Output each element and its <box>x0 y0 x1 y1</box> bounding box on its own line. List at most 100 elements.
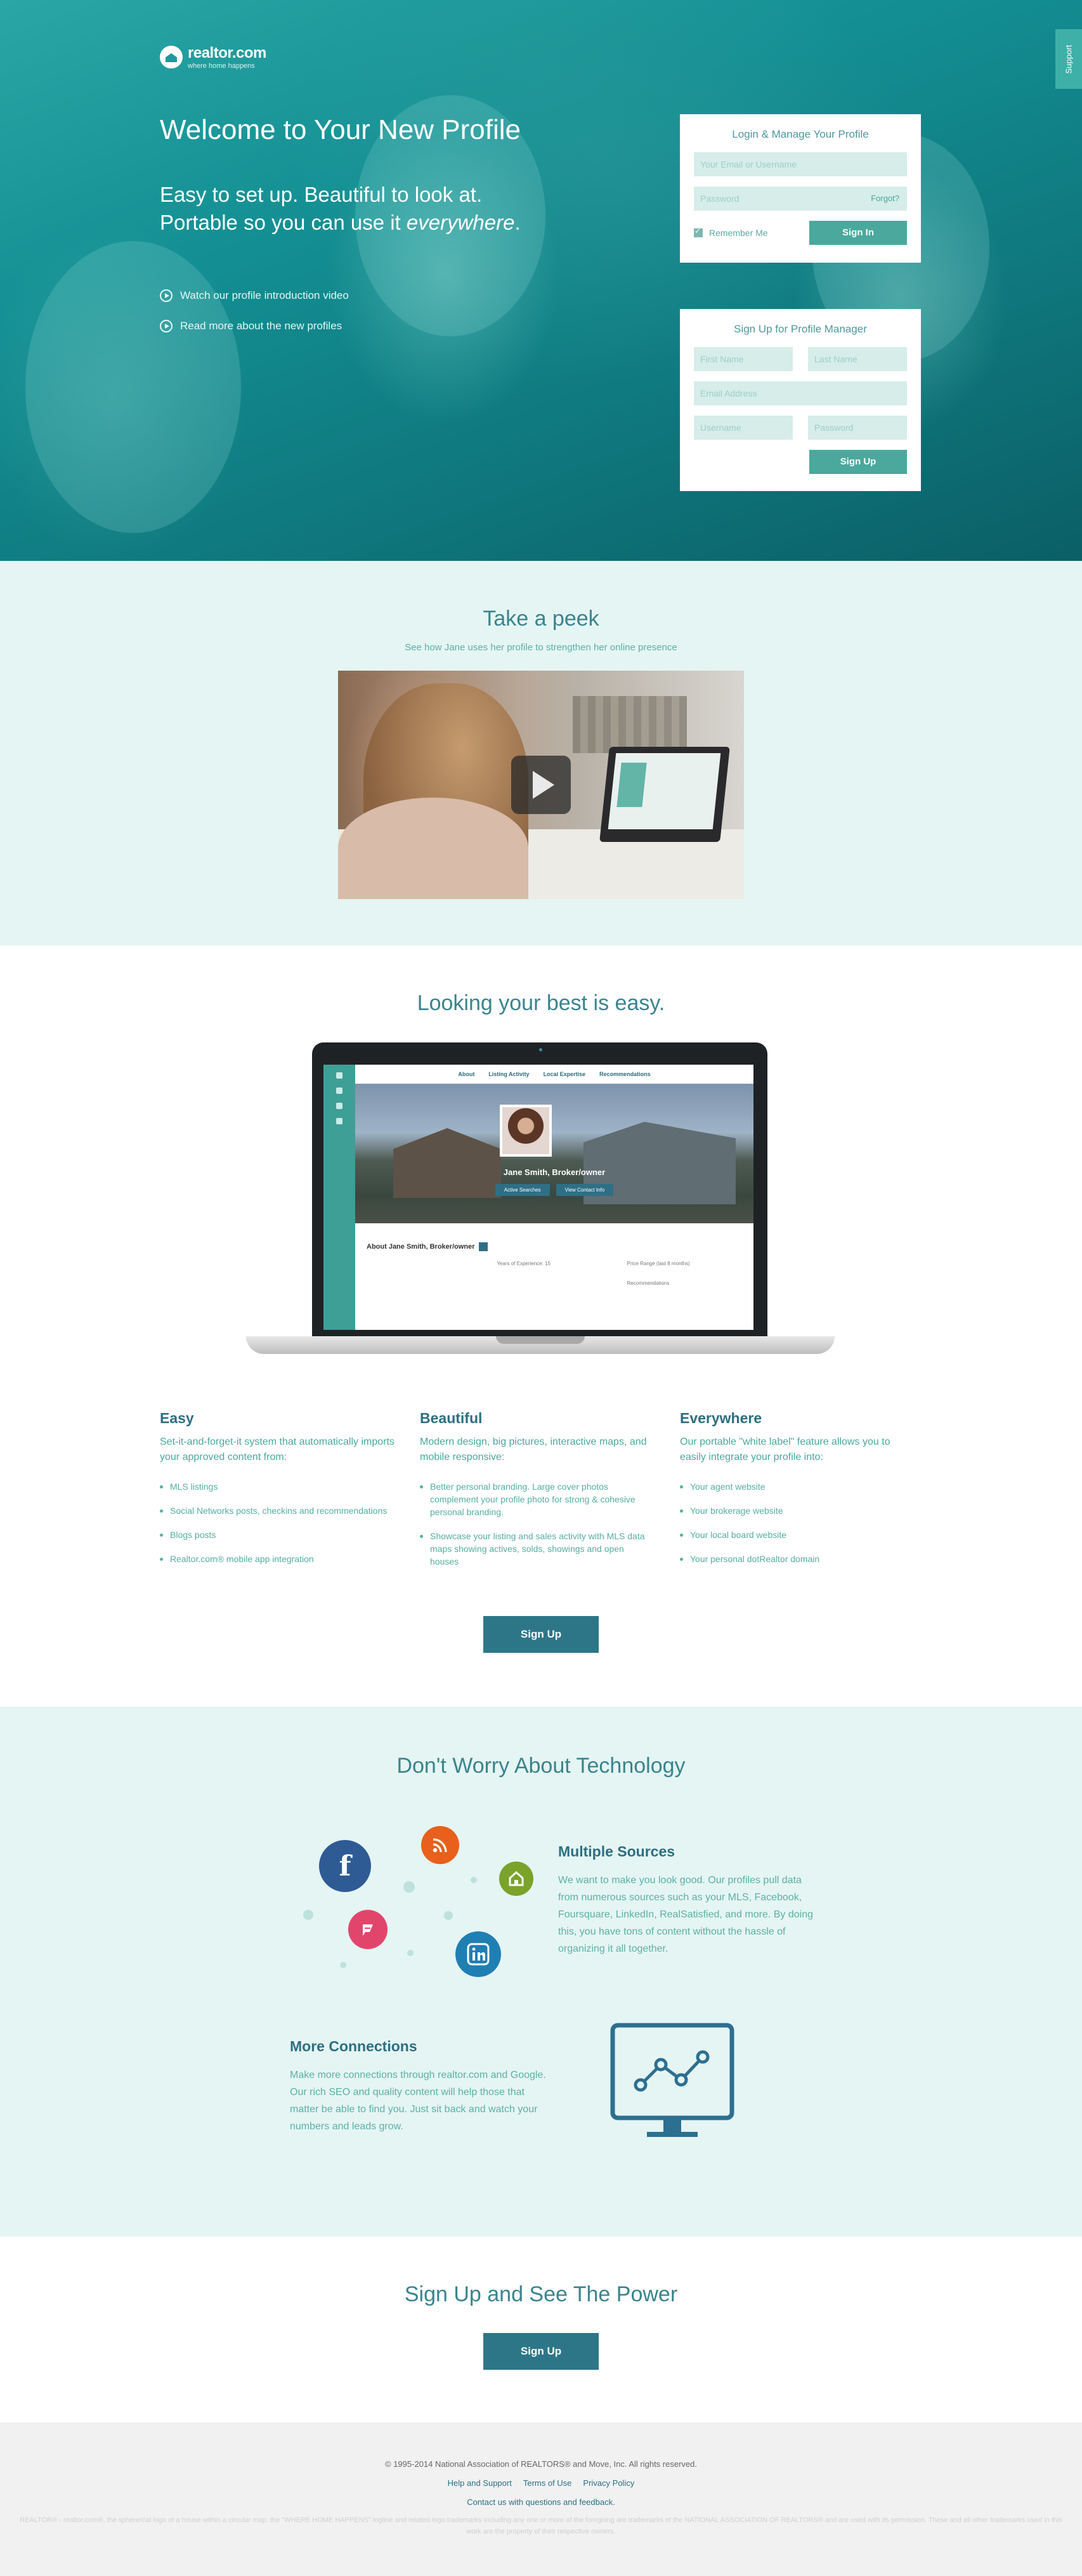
feature-beautiful: Beautiful Modern design, big pictures, i… <box>420 1410 655 1579</box>
feature-item: Social Networks posts, checkins and reco… <box>160 1504 394 1517</box>
login-panel: Login & Manage Your Profile Your Email o… <box>680 114 921 263</box>
feature-everywhere: Everywhere Our portable "white label" fe… <box>680 1410 915 1577</box>
signup-panel-button[interactable]: Sign Up <box>809 450 907 474</box>
mock-sidebar <box>323 1065 355 1330</box>
laptop-notch <box>496 1336 585 1344</box>
feature-lead: Set-it-and-forget-it system that automat… <box>160 1436 394 1462</box>
peek-tagline: See how Jane uses her profile to strengt… <box>405 642 677 653</box>
read-more-link[interactable]: Read more about the new profiles <box>160 320 342 332</box>
decor-dot <box>407 1950 414 1956</box>
feature-title: Beautiful <box>420 1410 483 1426</box>
login-title: Login & Manage Your Profile <box>732 128 869 140</box>
more-connections-title: More Connections <box>290 2038 417 2054</box>
more-connections-text: Make more connections through realtor.co… <box>290 2070 546 2132</box>
footer-legal: REALTOR® - realtor.com®, the sphere/cat … <box>20 2516 1062 2535</box>
more-connections-block: More Connections Make more connections t… <box>290 2038 550 2135</box>
peek-section: Take a peek See how Jane uses her profil… <box>0 561 1082 945</box>
feature-lead: Modern design, big pictures, interactive… <box>420 1436 647 1462</box>
feature-title: Easy <box>160 1410 194 1426</box>
mock-nav-about: About <box>458 1071 475 1077</box>
feature-item: Your personal dotRealtor domain <box>680 1553 915 1565</box>
hero-subtitle-end: . <box>514 211 521 234</box>
feature-item: Better personal branding. Large cover ph… <box>420 1480 655 1518</box>
feature-item: Your agent website <box>680 1480 915 1493</box>
support-tab[interactable]: Support <box>1055 29 1082 89</box>
mock-nav-listing: Listing Activity <box>488 1071 530 1077</box>
forgot-password-link[interactable]: Forgot? <box>871 187 899 211</box>
hero-photo-person <box>25 241 241 533</box>
feature-item: Realtor.com® mobile app integration <box>160 1553 394 1565</box>
mock-about-title: About Jane Smith, Broker/owner <box>367 1242 475 1251</box>
features-signup-button[interactable]: Sign Up <box>483 1616 599 1653</box>
decor-dot <box>471 1877 477 1883</box>
read-more-label: Read more about the new profiles <box>180 320 342 332</box>
feature-lead: Our portable "white label" feature allow… <box>680 1436 890 1462</box>
signup-panel: Sign Up for Profile Manager First Name L… <box>680 309 921 491</box>
footer-privacy-link[interactable]: Privacy Policy <box>583 2478 634 2488</box>
feature-item: Your brokerage website <box>680 1504 915 1517</box>
hero-section: realtor.com where home happens Welcome t… <box>0 0 1082 561</box>
decor-dot <box>303 1910 313 1920</box>
signup-password-input[interactable]: Password <box>808 416 907 440</box>
mock-nav: About Listing Activity Local Expertise R… <box>355 1065 753 1084</box>
mock-price-range: Price Range (last 8 months) <box>627 1261 690 1266</box>
power-signup-button[interactable]: Sign Up <box>483 2333 599 2370</box>
realtor-logo[interactable]: realtor.com where home happens <box>160 44 266 70</box>
video-laptop-screen <box>608 753 721 829</box>
signup-username-input[interactable]: Username <box>694 416 793 440</box>
tech-title: Don't Worry About Technology <box>396 1754 686 1778</box>
multiple-sources-text: We want to make you look good. Our profi… <box>558 1875 814 1954</box>
multiple-sources-block: Multiple Sources We want to make you loo… <box>558 1843 818 1957</box>
logo-mark-icon <box>160 46 183 69</box>
video-play-icon[interactable] <box>511 756 571 814</box>
looking-section: Looking your best is easy. About Listing… <box>0 945 1082 1707</box>
mock-recommendations: Recommendations <box>627 1280 670 1286</box>
decor-dot <box>403 1881 415 1893</box>
page: realtor.com where home happens Welcome t… <box>0 0 1082 2576</box>
signup-email-input[interactable]: Email Address <box>694 381 907 405</box>
footer-help-link[interactable]: Help and Support <box>448 2478 512 2488</box>
footer-contact-link[interactable]: Contact us with questions and feedback. <box>0 2497 1082 2507</box>
play-circle-icon <box>160 289 173 302</box>
logo-brand: realtor.com <box>188 44 266 62</box>
sign-in-button[interactable]: Sign In <box>809 221 907 245</box>
last-name-input[interactable]: Last Name <box>808 347 907 371</box>
feature-item: Your local board website <box>680 1528 915 1541</box>
hero-subtitle-emphasis: everywhere <box>406 211 515 234</box>
home-icon <box>499 1862 533 1896</box>
feature-title: Everywhere <box>680 1410 762 1426</box>
mock-about: About Jane Smith, Broker/owner Years of … <box>367 1242 747 1287</box>
footer-copyright: © 1995-2014 National Association of REAL… <box>385 2459 697 2469</box>
mock-about-text <box>367 1260 486 1287</box>
signup-title: Sign Up for Profile Manager <box>734 323 867 335</box>
peek-title: Take a peek <box>483 607 599 631</box>
play-circle-icon <box>160 320 173 332</box>
intro-video[interactable] <box>338 671 744 899</box>
video-person-shirt <box>338 798 528 899</box>
decor-dot <box>444 1911 453 1920</box>
feature-item: Showcase your listing and sales activity… <box>420 1530 655 1568</box>
laptop-screen: About Listing Activity Local Expertise R… <box>323 1065 753 1330</box>
decor-dot <box>340 1962 346 1968</box>
logo-tagline: where home happens <box>188 62 255 70</box>
mock-avatar <box>500 1105 552 1157</box>
remember-me-checkbox[interactable]: Remember Me <box>694 227 768 238</box>
looking-title: Looking your best is easy. <box>417 991 665 1015</box>
feature-easy: Easy Set-it-and-forget-it system that au… <box>160 1410 394 1577</box>
video-backsplash <box>573 696 687 753</box>
footer-links: Help and Support Terms of Use Privacy Po… <box>0 2478 1082 2488</box>
facebook-icon: f <box>319 1840 371 1892</box>
login-email-input[interactable]: Your Email or Username <box>694 152 907 176</box>
support-label: Support <box>1064 44 1074 74</box>
mock-cover-photo <box>355 1084 753 1223</box>
laptop-camera <box>539 1048 542 1051</box>
hero-title: Welcome to Your New Profile <box>160 114 521 145</box>
mock-active-searches-button: Active Searches <box>495 1184 550 1196</box>
remember-me-label: Remember Me <box>709 228 768 238</box>
footer-terms-link[interactable]: Terms of Use <box>523 2478 572 2488</box>
login-password-input[interactable]: Password Forgot? <box>694 187 907 211</box>
watch-video-link[interactable]: Watch our profile introduction video <box>160 289 349 302</box>
foursquare-icon <box>348 1910 388 1949</box>
mock-badge-icon <box>478 1242 488 1251</box>
first-name-input[interactable]: First Name <box>694 347 793 371</box>
